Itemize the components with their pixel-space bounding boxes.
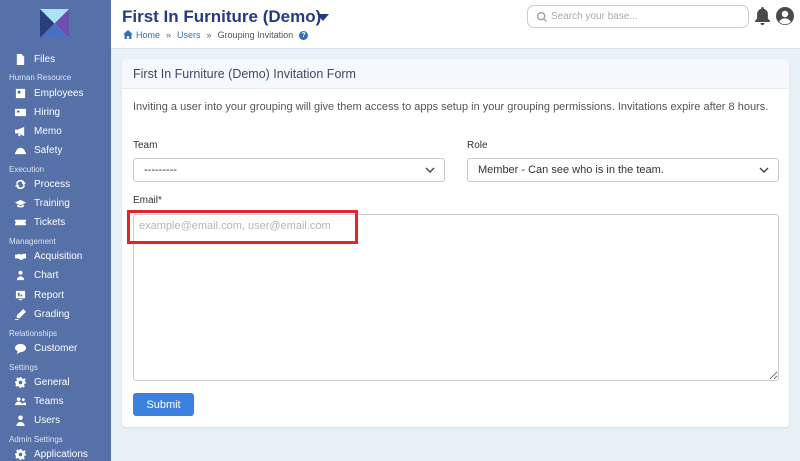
team-select[interactable]: --------- [133, 158, 445, 182]
breadcrumb-separator: » [206, 30, 212, 40]
section-execution: Execution [9, 165, 45, 174]
sidebar-item-label: Memo [34, 126, 62, 137]
users-icon [15, 396, 26, 407]
role-select-value: Member - Can see who is in the team. [478, 164, 664, 176]
chevron-down-icon [425, 167, 435, 173]
sidebar-item-label: Tickets [34, 217, 66, 228]
section-admin-settings: Admin Settings [9, 435, 63, 444]
section-management: Management [9, 237, 56, 246]
section-settings: Settings [9, 363, 38, 372]
apps-icon [15, 449, 26, 460]
email-textarea[interactable] [133, 214, 779, 381]
ticket-icon [15, 217, 26, 228]
sidebar-item-label: Training [34, 198, 70, 209]
sidebar-item-safety[interactable]: Safety [0, 141, 111, 160]
comments-icon [15, 343, 26, 354]
sidebar-item-label: Acquisition [34, 251, 83, 262]
card-header: First In Furniture (Demo) Invitation For… [122, 59, 789, 89]
sidebar-item-applications[interactable]: Applications [0, 445, 111, 461]
user-icon [15, 415, 26, 426]
section-human-resource: Human Resource [9, 73, 72, 82]
section-relationships: Relationships [9, 329, 58, 338]
chevron-down-icon [759, 167, 769, 173]
logo-icon[interactable] [40, 9, 69, 38]
sidebar-item-users[interactable]: Users [0, 411, 111, 430]
role-label: Role [467, 140, 488, 151]
breadcrumb-separator: » [166, 30, 172, 40]
breadcrumb-users[interactable]: Users [177, 30, 201, 40]
home-icon[interactable] [123, 30, 136, 40]
bell-icon[interactable] [754, 7, 771, 25]
report-icon [15, 290, 26, 301]
top-header: First In Furniture (Demo) Home » Users »… [111, 0, 800, 49]
gear-icon [15, 377, 26, 388]
sidebar-item-process[interactable]: Process [0, 175, 111, 194]
sync-icon [15, 179, 26, 190]
handshake-icon [15, 251, 26, 262]
marker-icon [15, 309, 26, 320]
sidebar-item-teams[interactable]: Teams [0, 392, 111, 411]
user-avatar-icon[interactable] [776, 7, 794, 25]
sidebar-item-general[interactable]: General [0, 373, 111, 392]
sidebar-item-label: Safety [34, 145, 63, 156]
sidebar-item-label: Customer [34, 343, 78, 354]
chevron-down-icon[interactable] [317, 14, 329, 21]
sidebar-item-label: Report [34, 290, 65, 301]
sidebar-item-training[interactable]: Training [0, 194, 111, 213]
sidebar-item-label: Grading [34, 309, 70, 320]
search-input[interactable] [551, 11, 741, 22]
file-icon [15, 54, 26, 65]
email-label: Email* [133, 195, 162, 206]
form-title: First In Furniture (Demo) Invitation For… [133, 67, 356, 81]
sidebar-item-report[interactable]: Report [0, 286, 111, 305]
team-select-value: --------- [144, 164, 177, 176]
sidebar-item-tickets[interactable]: Tickets [0, 213, 111, 232]
users-icon [15, 270, 26, 281]
sidebar-item-label: Hiring [34, 107, 61, 118]
invitation-form-card: First In Furniture (Demo) Invitation For… [122, 59, 789, 427]
graduation-cap-icon [15, 198, 26, 209]
megaphone-icon [15, 126, 26, 137]
sidebar-item-acquisition[interactable]: Acquisition [0, 247, 111, 266]
search-icon [537, 11, 547, 22]
sidebar-item-grading[interactable]: Grading [0, 305, 111, 324]
sidebar: Files Human Resource Employees Hiring Me… [0, 0, 111, 461]
form-intro-text: Inviting a user into your grouping will … [133, 101, 769, 113]
help-icon[interactable]: ? [299, 30, 309, 40]
breadcrumb-home[interactable]: Home [136, 30, 160, 40]
breadcrumb: Home » Users » Grouping Invitation ? [123, 30, 309, 40]
newspaper-icon [15, 107, 26, 118]
sidebar-item-hiring[interactable]: Hiring [0, 103, 111, 122]
sidebar-item-chart[interactable]: Chart [0, 266, 111, 285]
sidebar-item-label: Files [34, 54, 56, 65]
sidebar-item-label: Employees [34, 88, 84, 99]
team-label: Team [133, 140, 158, 151]
sidebar-item-label: General [34, 377, 70, 388]
role-select[interactable]: Member - Can see who is in the team. [467, 158, 779, 182]
sidebar-item-label: Chart [34, 270, 59, 281]
sidebar-item-customer[interactable]: Customer [0, 339, 111, 358]
sidebar-item-label: Process [34, 179, 71, 190]
sidebar-item-files[interactable]: Files [0, 50, 111, 69]
search-box[interactable] [527, 5, 749, 28]
submit-button[interactable]: Submit [133, 393, 194, 416]
sidebar-item-memo[interactable]: Memo [0, 122, 111, 141]
hard-hat-icon [15, 145, 26, 156]
sidebar-item-label: Teams [34, 396, 64, 407]
id-card-icon [15, 88, 26, 99]
sidebar-item-label: Users [34, 415, 61, 426]
app-title[interactable]: First In Furniture (Demo) [122, 7, 321, 27]
breadcrumb-current: Grouping Invitation [217, 30, 294, 40]
sidebar-item-employees[interactable]: Employees [0, 84, 111, 103]
sidebar-item-label: Applications [34, 449, 88, 460]
